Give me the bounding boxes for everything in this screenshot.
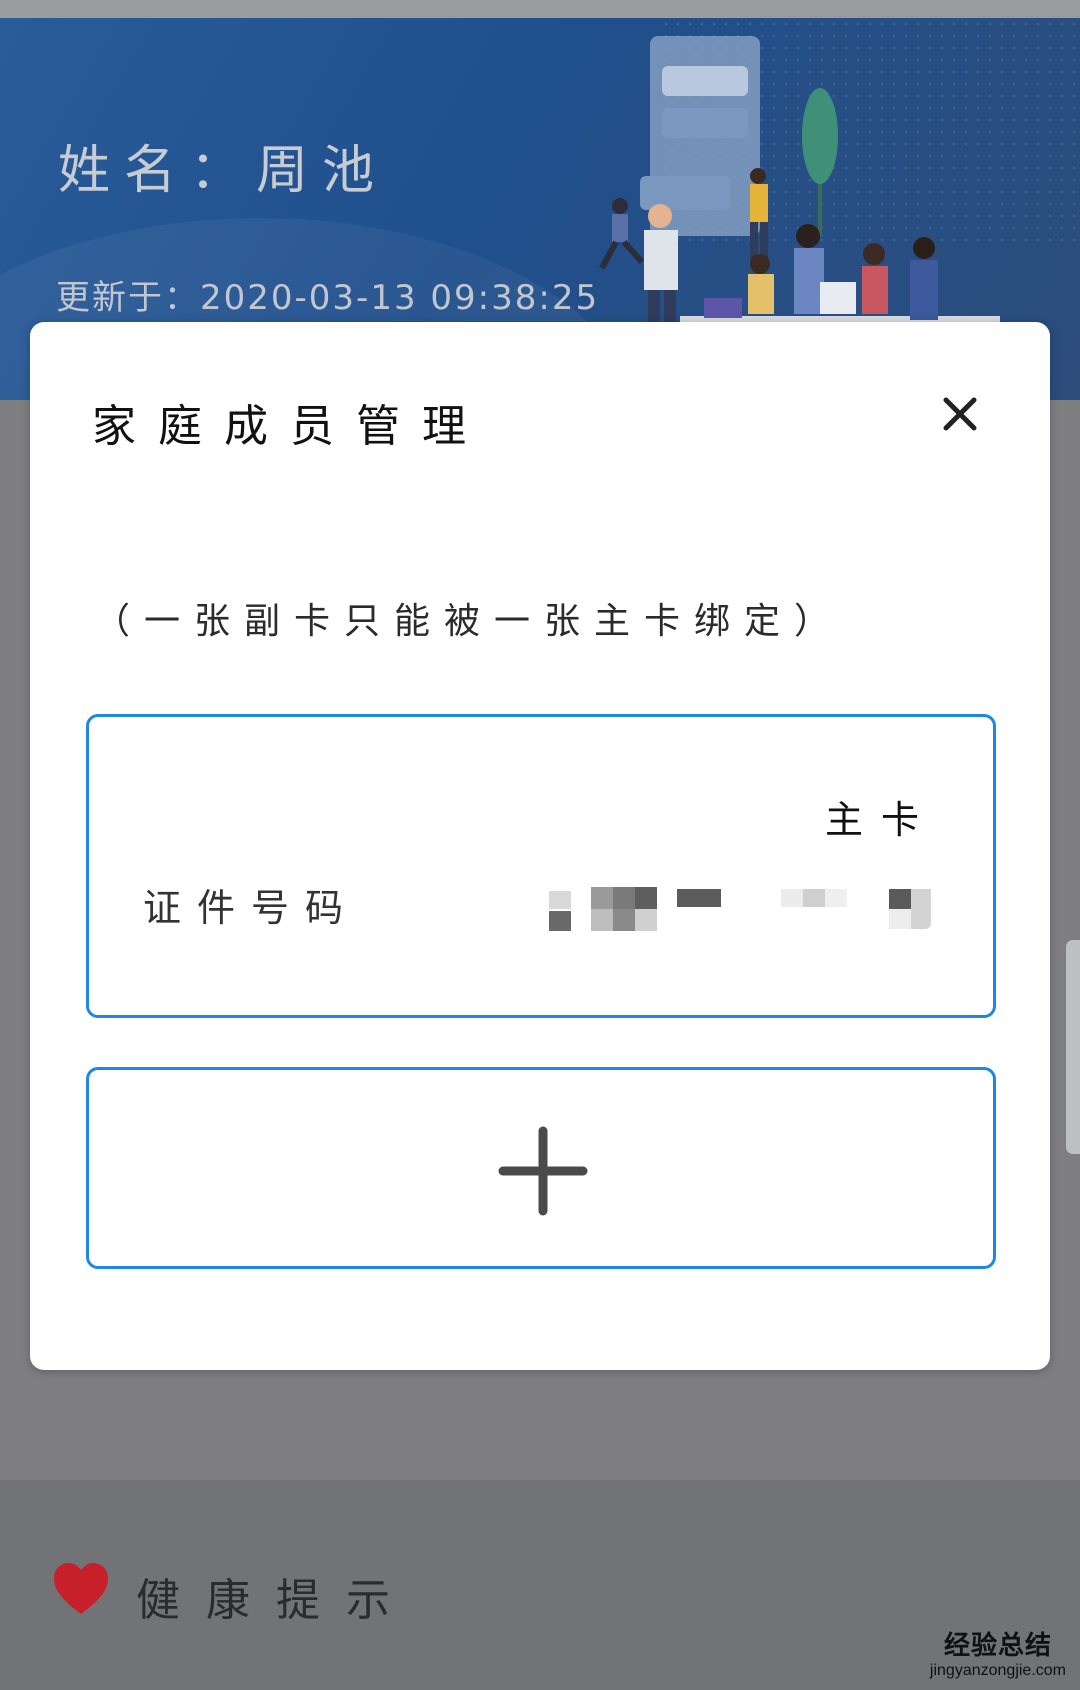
health-title: 健康提示 <box>136 1575 416 1626</box>
id-number-label: 证件号码 <box>143 886 360 930</box>
scrollbar[interactable] <box>1066 940 1080 1154</box>
modal-title: 家庭成员管理 <box>92 401 488 452</box>
profile-name: 姓名：周池 <box>58 141 389 201</box>
binding-hint: （一张副卡只能被一张主卡绑定） <box>94 601 845 642</box>
id-number-value-obscured <box>549 885 959 937</box>
plus-icon <box>498 1126 588 1216</box>
watermark-url: jingyanzongjie.com <box>929 1662 1066 1679</box>
watermark-brand: 经验总结 <box>943 1631 1052 1661</box>
close-icon[interactable] <box>938 392 982 436</box>
primary-card-tag: 主卡 <box>824 798 937 842</box>
heart-icon <box>54 1563 108 1614</box>
profile-updated-time: 更新于：2020-03-13 09:38:25 <box>56 278 600 318</box>
family-member-modal: 家庭成员管理 （一张副卡只能被一张主卡绑定） 主卡 证件号码 <box>30 322 1050 1370</box>
add-member-card[interactable] <box>86 1067 996 1269</box>
status-strip <box>0 0 1080 18</box>
site-watermark: 经验总结 jingyanzongjie.com <box>930 1625 1066 1680</box>
primary-card[interactable]: 主卡 证件号码 <box>86 714 996 1018</box>
